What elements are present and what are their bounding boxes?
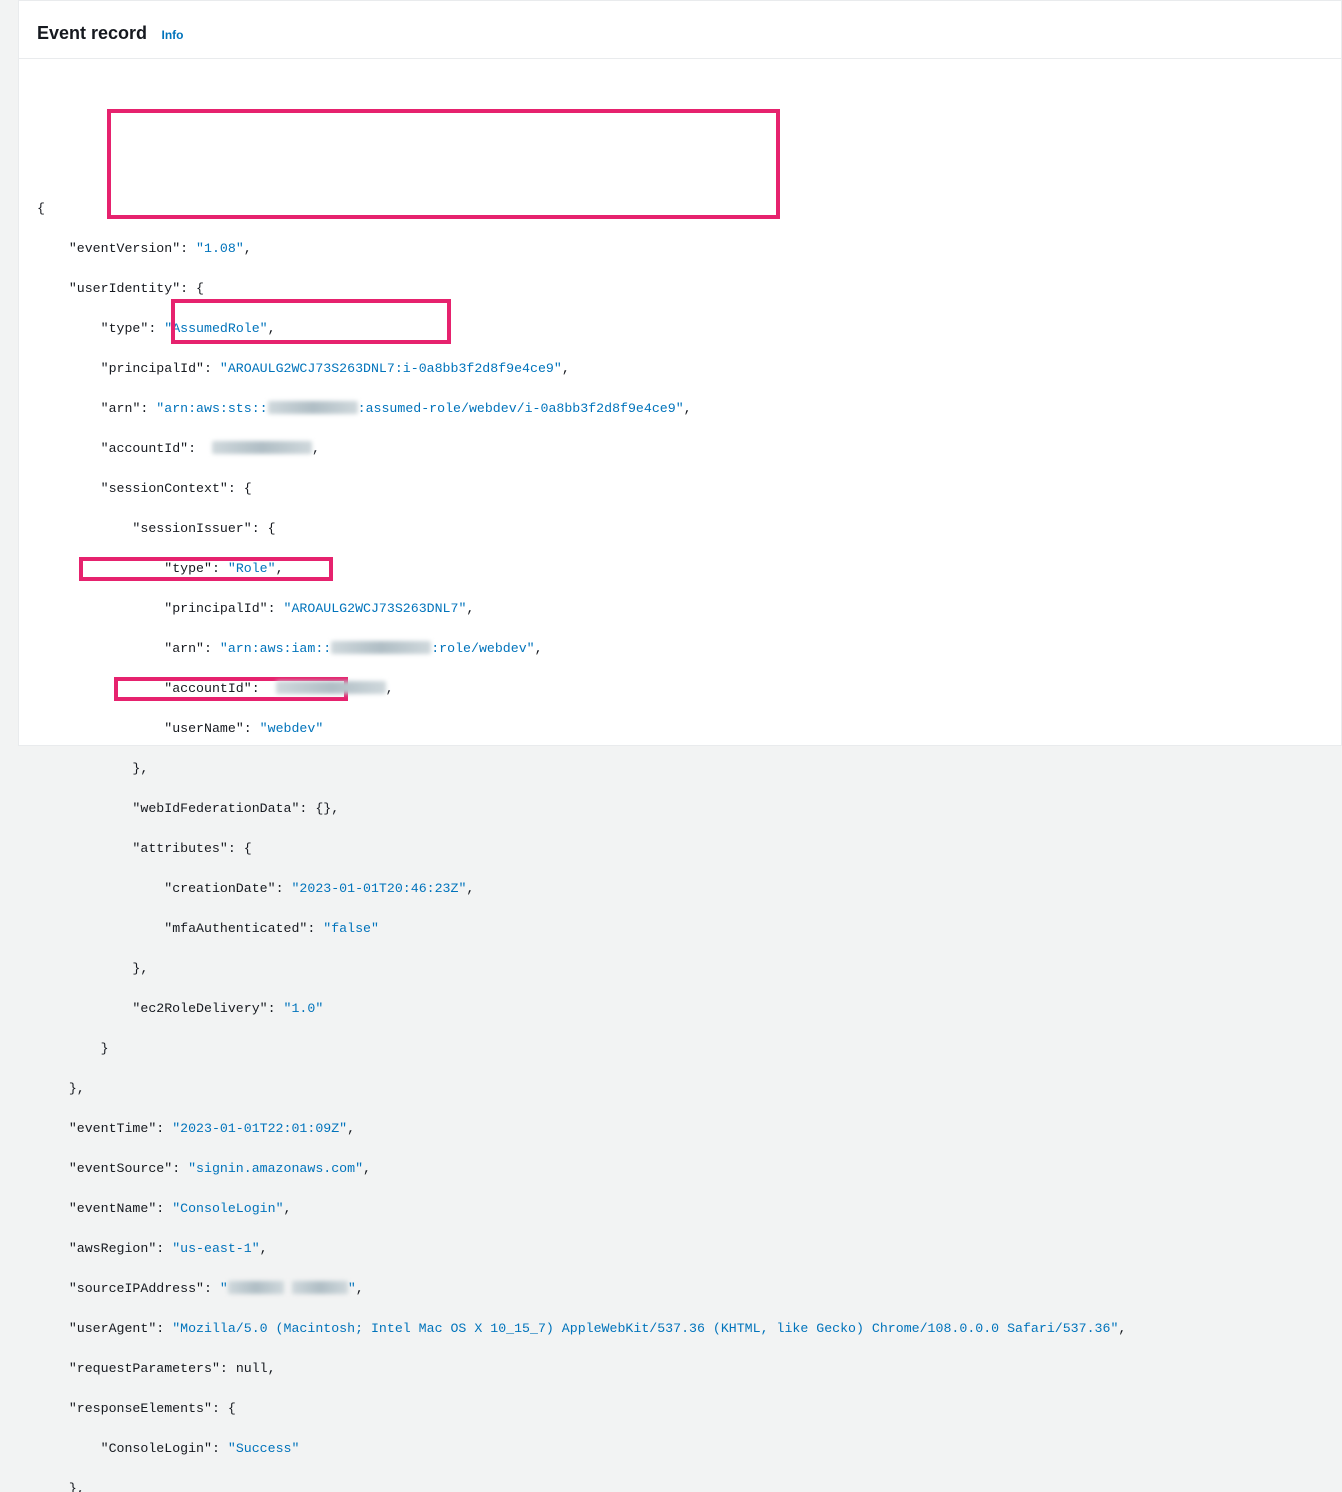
info-link[interactable]: Info	[162, 28, 184, 42]
json-line: "eventTime": "2023-01-01T22:01:09Z",	[37, 1119, 1323, 1139]
json-line: "userAgent": "Mozilla/5.0 (Macintosh; In…	[37, 1319, 1323, 1339]
redacted-ip-octets	[228, 1281, 284, 1294]
json-line: {	[37, 199, 1323, 219]
json-line: "accountId": ,	[37, 679, 1323, 699]
json-line: "attributes": {	[37, 839, 1323, 859]
json-line: "sessionContext": {	[37, 479, 1323, 499]
json-line: "userName": "webdev"	[37, 719, 1323, 739]
redacted-account-id	[268, 401, 358, 414]
redacted-account-id	[276, 681, 386, 694]
redacted-account-id	[212, 441, 312, 454]
json-line: "creationDate": "2023-01-01T20:46:23Z",	[37, 879, 1323, 899]
json-line: "arn": "arn:aws:iam:::role/webdev",	[37, 639, 1323, 659]
json-line: },	[37, 1479, 1323, 1492]
json-line: "userIdentity": {	[37, 279, 1323, 299]
panel-header: Event record Info	[19, 1, 1341, 59]
json-line: "eventVersion": "1.08",	[37, 239, 1323, 259]
json-line: "responseElements": {	[37, 1399, 1323, 1419]
json-line: "accountId": ,	[37, 439, 1323, 459]
json-line: "eventName": "ConsoleLogin",	[37, 1199, 1323, 1219]
json-line: "ec2RoleDelivery": "1.0"	[37, 999, 1323, 1019]
json-line: "principalId": "AROAULG2WCJ73S263DNL7:i-…	[37, 359, 1323, 379]
json-line: "principalId": "AROAULG2WCJ73S263DNL7",	[37, 599, 1323, 619]
json-line: "webIdFederationData": {},	[37, 799, 1323, 819]
json-line: },	[37, 959, 1323, 979]
json-line: "eventSource": "signin.amazonaws.com",	[37, 1159, 1323, 1179]
json-line: "sessionIssuer": {	[37, 519, 1323, 539]
json-line: "awsRegion": "us-east-1",	[37, 1239, 1323, 1259]
json-line: "sourceIPAddress": " ",	[37, 1279, 1323, 1299]
json-line: "requestParameters": null,	[37, 1359, 1323, 1379]
json-line: "arn": "arn:aws:sts:::assumed-role/webde…	[37, 399, 1323, 419]
json-line: "ConsoleLogin": "Success"	[37, 1439, 1323, 1459]
redacted-ip-octets	[292, 1281, 348, 1294]
json-line: },	[37, 1079, 1323, 1099]
json-line: "mfaAuthenticated": "false"	[37, 919, 1323, 939]
json-line: },	[37, 759, 1323, 779]
event-record-panel: Event record Info { "eventVersion": "1.0…	[18, 0, 1342, 746]
json-line: "type": "AssumedRole",	[37, 319, 1323, 339]
redacted-account-id	[331, 641, 431, 654]
panel-title: Event record	[37, 23, 147, 43]
json-line: "type": "Role",	[37, 559, 1323, 579]
json-viewer: { "eventVersion": "1.08", "userIdentity"…	[19, 59, 1341, 1492]
json-line: }	[37, 1039, 1323, 1059]
